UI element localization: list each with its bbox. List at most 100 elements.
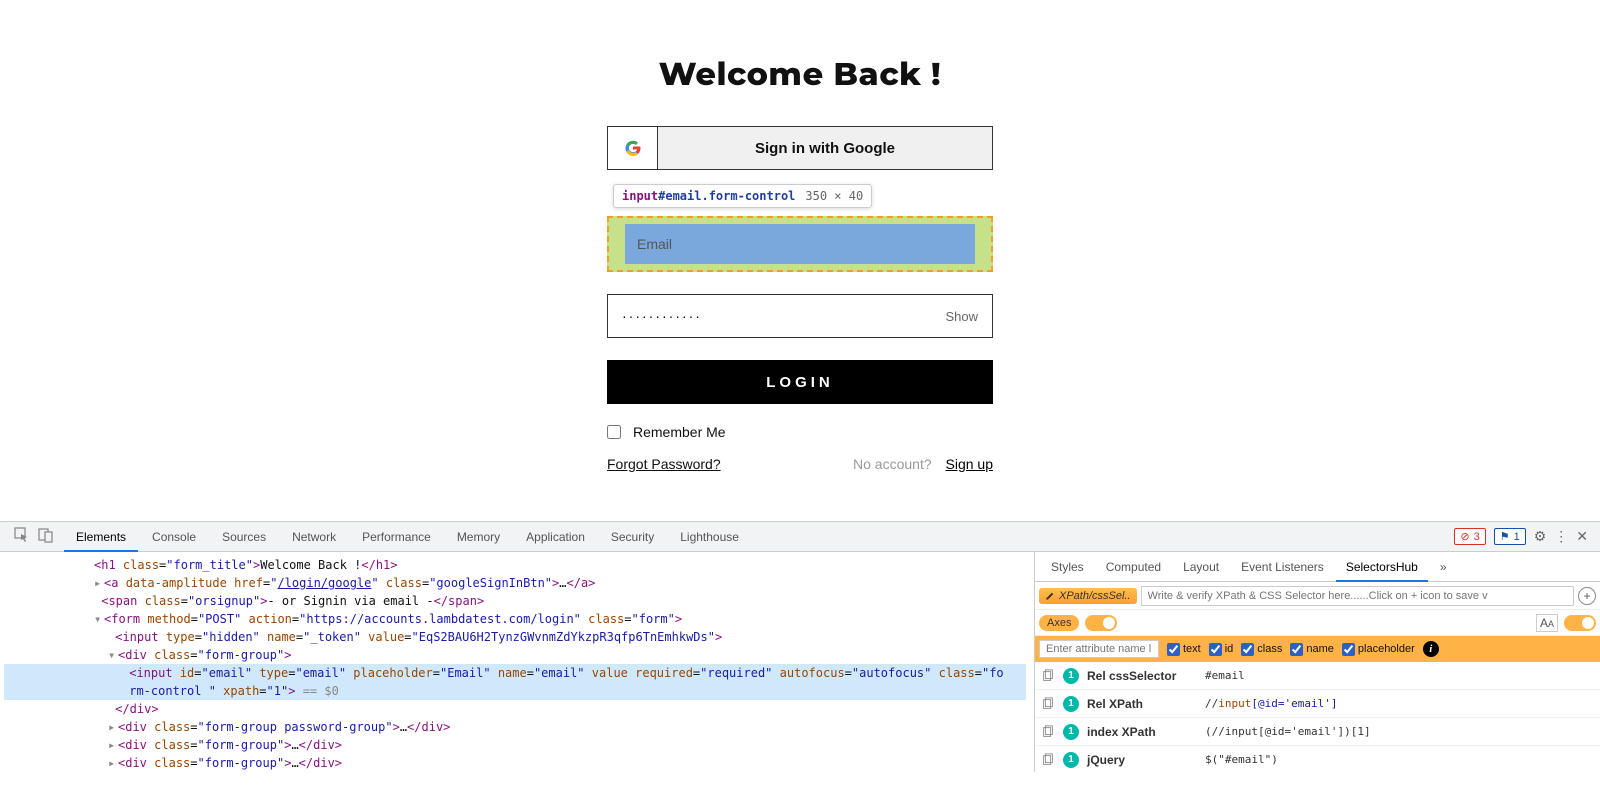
selector-type-label: jQuery — [1087, 753, 1197, 767]
tab-performance[interactable]: Performance — [350, 522, 443, 552]
copy-icon[interactable] — [1041, 725, 1055, 739]
selector-value[interactable]: $("#email") — [1205, 753, 1278, 766]
copy-icon[interactable] — [1041, 669, 1055, 683]
tab-application[interactable]: Application — [514, 522, 597, 552]
subtab-more-icon[interactable]: » — [1430, 552, 1457, 582]
tab-security[interactable]: Security — [599, 522, 666, 552]
settings-gear-icon[interactable]: ⚙ — [1534, 528, 1547, 545]
google-icon — [608, 127, 658, 169]
inspect-element-icon[interactable] — [14, 527, 30, 546]
check-placeholder[interactable]: placeholder — [1342, 643, 1415, 656]
match-count-badge: 1 — [1063, 724, 1079, 740]
element-inspector-tooltip: input#email.form-control 350 × 40 — [613, 184, 872, 208]
code-line: <input type="hidden" name="_token" value… — [4, 628, 1026, 646]
info-icon[interactable]: i — [1423, 641, 1439, 657]
selector-type-label: Rel cssSelector — [1087, 669, 1197, 683]
remember-me-row[interactable]: Remember Me — [607, 424, 993, 440]
selector-results-list: 1 Rel cssSelector #email 1 Rel XPath //i… — [1035, 662, 1600, 772]
signup-link[interactable]: Sign up — [946, 456, 993, 472]
selector-value[interactable]: (//input[@id='email'])[1] — [1205, 725, 1371, 738]
code-line: <span class="orsignup">- or Signin via e… — [4, 592, 1026, 610]
password-group: Show — [607, 294, 993, 338]
no-account-label: No account? — [853, 456, 932, 472]
selectorshub-toolbar: XPath/cssSel.. + — [1035, 582, 1600, 610]
selector-result-row: 1 Rel XPath //input[@id='email'] — [1035, 690, 1600, 718]
code-line[interactable]: ▸<div class="form-group">…</div> — [4, 736, 1026, 754]
code-line-selected[interactable]: <input id="email" type="email" placehold… — [4, 664, 1026, 682]
axes-toggle[interactable] — [1085, 615, 1117, 631]
email-input[interactable] — [625, 224, 975, 264]
code-line: </div> — [4, 700, 1026, 718]
selector-result-row: 1 index XPath (//input[@id='email'])[1] — [1035, 718, 1600, 746]
login-button[interactable]: LOGIN — [607, 360, 993, 404]
copy-icon[interactable] — [1041, 697, 1055, 711]
code-line[interactable]: ▾<div class="form-group"> — [4, 646, 1026, 664]
google-signin-button[interactable]: Sign in with Google — [607, 126, 993, 170]
copy-icon[interactable] — [1041, 753, 1055, 767]
font-size-icon[interactable]: AA — [1536, 614, 1558, 632]
bottom-links-row: Forgot Password? No account? Sign up — [607, 456, 993, 472]
axes-row: Axes AA — [1035, 610, 1600, 636]
xpath-input[interactable] — [1141, 586, 1574, 606]
tab-memory[interactable]: Memory — [445, 522, 512, 552]
match-count-badge: 1 — [1063, 696, 1079, 712]
devtools-body: <h1 class="form_title">Welcome Back !</h… — [0, 552, 1600, 772]
tab-lighthouse[interactable]: Lighthouse — [668, 522, 751, 552]
code-line[interactable]: ▾<form method="POST" action="https://acc… — [4, 610, 1026, 628]
check-name[interactable]: name — [1290, 643, 1334, 656]
tab-elements[interactable]: Elements — [64, 522, 138, 552]
remember-me-label: Remember Me — [633, 424, 726, 440]
subtab-styles[interactable]: Styles — [1041, 552, 1094, 582]
warning-count-badge[interactable]: ⚑ 1 — [1494, 528, 1526, 545]
password-input[interactable] — [622, 308, 945, 324]
styles-subtabs: Styles Computed Layout Event Listeners S… — [1035, 552, 1600, 582]
match-count-badge: 1 — [1063, 668, 1079, 684]
code-line[interactable]: ▸<a data-amplitude href="/login/google" … — [4, 574, 1026, 592]
check-class[interactable]: class — [1241, 643, 1282, 656]
attribute-name-input[interactable] — [1039, 640, 1159, 658]
code-line[interactable]: ▸<div class="form-group password-group">… — [4, 718, 1026, 736]
subtab-layout[interactable]: Layout — [1173, 552, 1229, 582]
code-line-selected[interactable]: rm-control " xpath="1"> == $0 — [4, 682, 1026, 700]
subtab-selectorshub[interactable]: SelectorsHub — [1336, 552, 1428, 582]
devtools-panel: Elements Console Sources Network Perform… — [0, 521, 1600, 772]
selector-type-label: index XPath — [1087, 725, 1197, 739]
tooltip-dimensions: 350 × 40 — [805, 189, 863, 203]
selector-result-row: 1 Rel cssSelector #email — [1035, 662, 1600, 690]
device-toolbar-icon[interactable] — [38, 527, 54, 546]
error-count-badge[interactable]: ⊘ 3 — [1454, 528, 1485, 545]
tooltip-selector: #email.form-control — [658, 189, 795, 203]
attribute-filter-row: text id class name placeholder i — [1035, 636, 1600, 662]
tab-network[interactable]: Network — [280, 522, 348, 552]
show-password-toggle[interactable]: Show — [945, 309, 978, 324]
selector-result-row: 1 jQuery $("#email") — [1035, 746, 1600, 772]
tooltip-tag: input — [622, 189, 658, 203]
forgot-password-link[interactable]: Forgot Password? — [607, 456, 721, 472]
subtab-event-listeners[interactable]: Event Listeners — [1231, 552, 1334, 582]
inspected-email-field-highlight: input#email.form-control350 × 40 — [607, 216, 993, 272]
selector-value[interactable]: #email — [1205, 669, 1245, 682]
page-title: Welcome Back ! — [607, 55, 993, 94]
selectorshub-badge[interactable]: XPath/cssSel.. — [1039, 588, 1137, 604]
selector-value[interactable]: //input[@id='email'] — [1205, 697, 1337, 710]
code-line[interactable]: ▸<div class="form-group">…</div> — [4, 754, 1026, 772]
elements-tree[interactable]: <h1 class="form_title">Welcome Back !</h… — [0, 552, 1034, 772]
match-count-badge: 1 — [1063, 752, 1079, 768]
remember-me-checkbox[interactable] — [607, 425, 621, 439]
login-form-container: Welcome Back ! Sign in with Google - or … — [607, 0, 993, 472]
axes-button[interactable]: Axes — [1039, 615, 1079, 631]
styles-sidebar: Styles Computed Layout Event Listeners S… — [1034, 552, 1600, 772]
selector-type-label: Rel XPath — [1087, 697, 1197, 711]
login-page: Welcome Back ! Sign in with Google - or … — [0, 0, 1600, 521]
check-id[interactable]: id — [1209, 643, 1234, 656]
close-devtools-icon[interactable]: ✕ — [1576, 528, 1588, 545]
add-selector-icon[interactable]: + — [1578, 587, 1596, 605]
check-text[interactable]: text — [1167, 643, 1201, 656]
code-line: <h1 class="form_title">Welcome Back !</h… — [4, 556, 1026, 574]
tab-sources[interactable]: Sources — [210, 522, 278, 552]
subtab-computed[interactable]: Computed — [1096, 552, 1171, 582]
tab-console[interactable]: Console — [140, 522, 208, 552]
devtools-tabbar: Elements Console Sources Network Perform… — [0, 522, 1600, 552]
font-toggle[interactable] — [1564, 615, 1596, 631]
more-menu-icon[interactable]: ⋮ — [1554, 528, 1568, 545]
